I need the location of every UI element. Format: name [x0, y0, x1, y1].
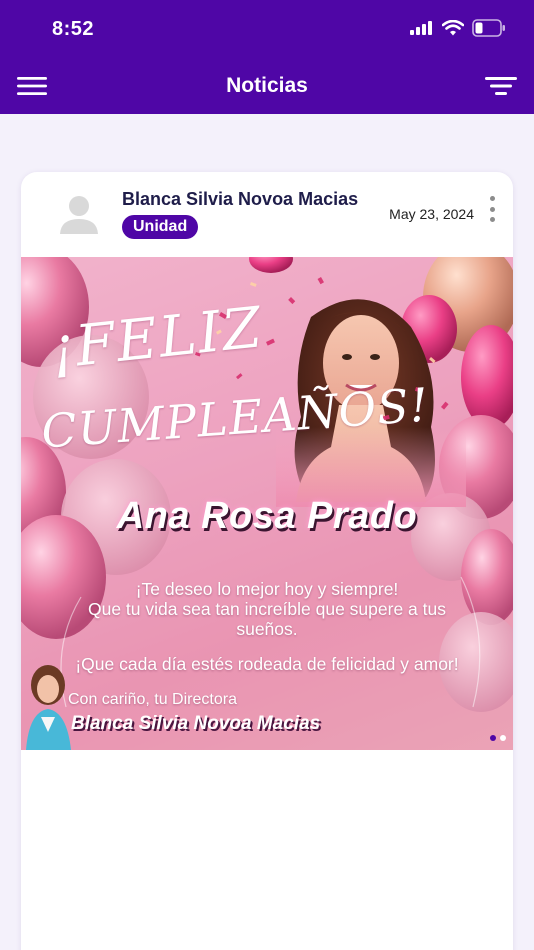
status-bar: 8:52: [0, 0, 534, 58]
filter-button[interactable]: [482, 72, 520, 100]
app-header: Noticias: [0, 58, 534, 114]
signal-icon: [410, 21, 432, 35]
post-image[interactable]: ¡FELIZ CUMPLEAÑOS! Ana Rosa Prado ¡Te de…: [21, 257, 513, 750]
status-time: 8:52: [52, 18, 95, 40]
post-card[interactable]: Blanca Silvia Novoa Macias Unidad May 23…: [21, 172, 513, 950]
banner-name: Ana Rosa Prado: [116, 495, 418, 537]
post-options-button[interactable]: [483, 194, 501, 224]
banner-signature-label: Con cariño, tu Directora: [68, 691, 237, 708]
banner-message-3: sueños.: [236, 619, 298, 639]
status-icons: [410, 19, 506, 37]
banner-message-2: Que tu vida sea tan increíble que supere…: [87, 599, 446, 619]
post-author: Blanca Silvia Novoa Macias: [122, 189, 359, 209]
banner-message-1: ¡Te deseo lo mejor hoy y siempre!: [135, 579, 399, 599]
battery-icon: [472, 19, 505, 37]
carousel-dot-1[interactable]: [490, 735, 496, 741]
post-badge: Unidad: [122, 215, 199, 239]
more-vertical-icon: [489, 196, 495, 201]
filter-icon: [485, 77, 517, 95]
page-title: Noticias: [226, 74, 308, 97]
carousel-indicator[interactable]: [490, 735, 506, 741]
default-avatar-icon: [60, 196, 98, 234]
banner-signature-name: Blanca Silvia Novoa Macias: [71, 713, 321, 734]
carousel-dot-2[interactable]: [500, 735, 506, 741]
wifi-icon: [442, 20, 464, 36]
banner-message-4: ¡Que cada día estés rodeada de felicidad…: [75, 654, 459, 674]
post-date: May 23, 2024: [389, 206, 474, 222]
